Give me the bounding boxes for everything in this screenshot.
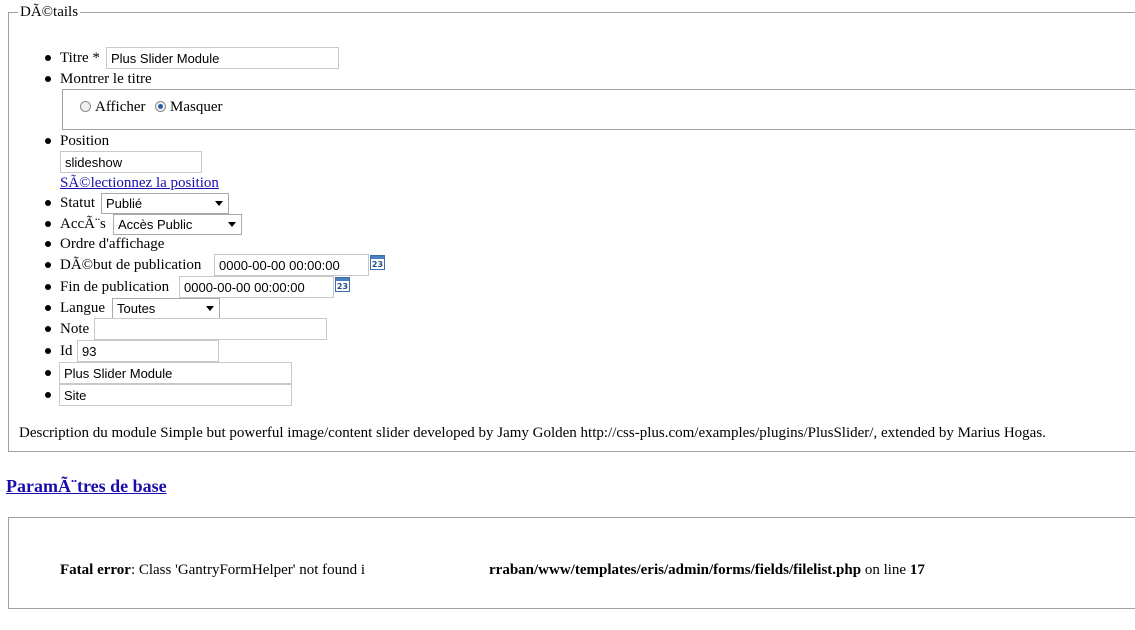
list-bullet	[45, 55, 51, 61]
order-label: Ordre d'affichage	[60, 236, 165, 252]
error-path: rraban/www/templates/eris/admin/forms/fi…	[489, 562, 862, 578]
access-select[interactable]: Accès Public	[113, 214, 242, 235]
status-select-value: Publié	[106, 196, 143, 211]
details-legend: DÃ©tails	[20, 4, 79, 20]
publish-start-label: DÃ©but de publication	[60, 257, 202, 273]
calendar-icon[interactable]: 23	[335, 277, 350, 292]
id-input[interactable]	[77, 340, 219, 362]
show-radio-label[interactable]: Afficher	[95, 98, 146, 116]
chevron-down-icon	[215, 201, 223, 206]
show-title-radio-group	[62, 89, 1135, 130]
chevron-down-icon	[206, 306, 214, 311]
hide-radio-label[interactable]: Masquer	[170, 98, 223, 116]
error-label: Fatal error	[60, 562, 131, 578]
list-bullet	[45, 241, 51, 247]
list-bullet	[45, 262, 51, 268]
list-bullet	[45, 326, 51, 332]
list-bullet	[45, 305, 51, 311]
note-label: Note	[60, 321, 90, 337]
fatal-error-message: Fatal error: Class 'GantryFormHelper' no…	[60, 562, 365, 579]
language-select[interactable]: Toutes	[112, 298, 220, 319]
hide-radio[interactable]	[155, 101, 166, 112]
error-on-line: on line	[864, 562, 907, 578]
list-bullet	[45, 138, 51, 144]
language-label: Langue	[60, 300, 105, 316]
show-radio[interactable]	[80, 101, 91, 112]
module-type-input[interactable]	[59, 362, 292, 384]
list-bullet	[45, 221, 51, 227]
id-label: Id	[60, 343, 73, 359]
language-select-value: Toutes	[117, 301, 156, 316]
chevron-down-icon	[228, 222, 236, 227]
client-input[interactable]	[59, 384, 292, 406]
redacted-area	[383, 557, 489, 583]
publish-end-label: Fin de publication	[60, 279, 170, 295]
publish-start-input[interactable]	[214, 254, 369, 276]
module-description: Description du module Simple but powerfu…	[19, 425, 1046, 441]
status-select[interactable]: Publié	[101, 193, 229, 214]
select-position-link[interactable]: SÃ©lectionnez la position	[60, 174, 219, 192]
position-input[interactable]	[60, 151, 202, 173]
title-input[interactable]	[106, 47, 339, 69]
title-label: Titre *	[60, 50, 100, 66]
error-path-line: rraban/www/templates/eris/admin/forms/fi…	[489, 562, 925, 579]
list-bullet	[45, 284, 51, 290]
list-bullet	[45, 200, 51, 206]
list-bullet	[45, 348, 51, 354]
position-label: Position	[60, 133, 110, 149]
list-bullet	[45, 76, 51, 82]
show-title-label: Montrer le titre	[60, 71, 152, 87]
basic-params-heading[interactable]: ParamÃ¨tres de base	[6, 476, 167, 497]
access-select-value: Accès Public	[118, 217, 193, 232]
list-bullet	[45, 370, 51, 376]
access-label: AccÃ¨s	[60, 216, 106, 232]
calendar-icon[interactable]: 23	[370, 255, 385, 270]
status-label: Statut	[60, 195, 96, 211]
publish-end-input[interactable]	[179, 276, 334, 298]
error-line-number: 17	[909, 562, 925, 578]
list-bullet	[45, 392, 51, 398]
note-input[interactable]	[94, 318, 327, 340]
error-text: : Class 'GantryFormHelper' not found i	[130, 562, 366, 578]
